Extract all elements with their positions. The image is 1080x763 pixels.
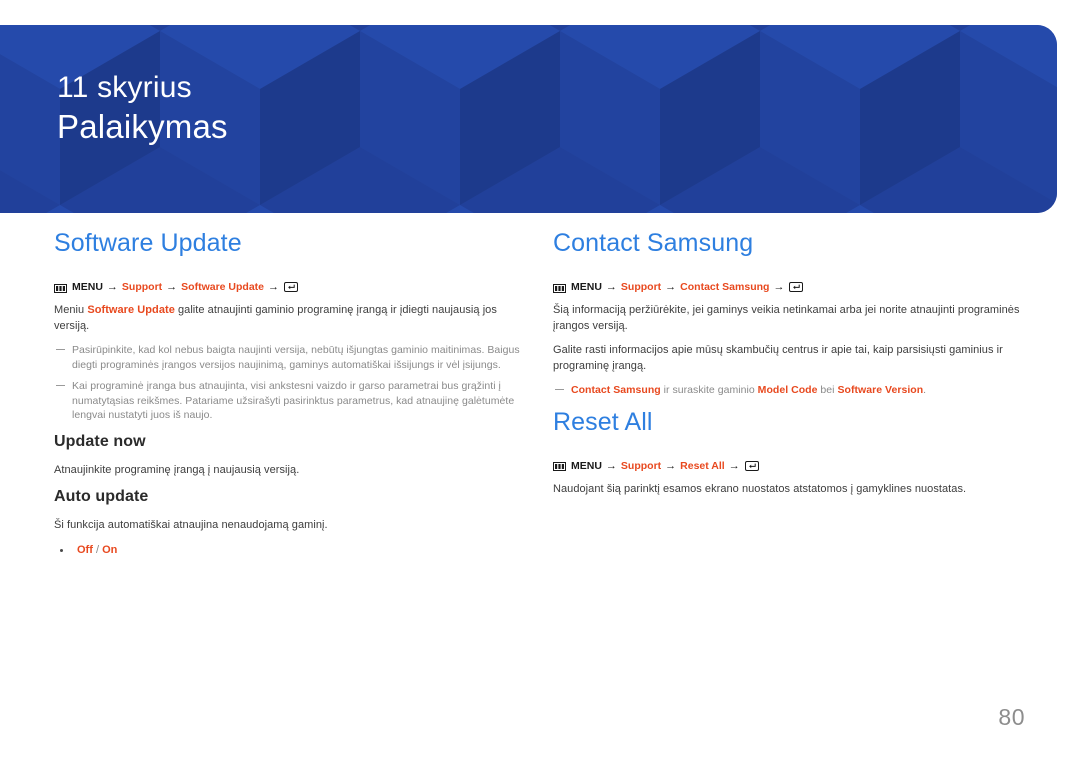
note-highlight-software-version: Software Version bbox=[837, 384, 924, 396]
note-text-mid-2: bei bbox=[817, 384, 838, 396]
menu-label: MENU bbox=[571, 459, 602, 472]
auto-update-body: Ši funkcija automatiškai atnaujina nenau… bbox=[54, 519, 328, 531]
menu-icon bbox=[553, 283, 566, 293]
contact-samsung-notes: Contact Samsung ir suraskite gaminio Mod… bbox=[553, 383, 1023, 398]
reset-all-body: Naudojant šią parinktį esamos ekrano nuo… bbox=[553, 482, 967, 495]
note-highlight-model-code: Model Code bbox=[757, 384, 818, 396]
menu-path-item-contact-samsung: Contact Samsung bbox=[680, 281, 770, 293]
note-item: Contact Samsung ir suraskite gaminio Mod… bbox=[553, 383, 1023, 398]
enter-key-icon bbox=[744, 460, 759, 471]
path-arrow-2: → bbox=[665, 281, 677, 293]
enter-key-icon bbox=[284, 282, 299, 292]
chapter-heading-block: 11 skyrius Palaikymas bbox=[57, 69, 228, 148]
page-number: 80 bbox=[998, 704, 1025, 730]
menu-label: MENU bbox=[72, 281, 103, 293]
section-title-software-update: Software Update bbox=[54, 229, 242, 257]
menu-path-reset-all: MENU → Support → Reset All → bbox=[553, 459, 1023, 473]
path-arrow-3: → bbox=[728, 459, 740, 472]
option-on[interactable]: On bbox=[102, 544, 117, 556]
path-arrow-3: → bbox=[773, 281, 785, 293]
chapter-title: Palaikymas bbox=[57, 108, 228, 145]
software-update-intro: Meniu Software Update galite atnaujinti … bbox=[54, 303, 524, 334]
chapter-number: 11 skyrius bbox=[57, 71, 192, 104]
menu-path-item-software-update: Software Update bbox=[181, 281, 265, 293]
software-update-notes: Pasirūpinkite, kad kol nebus baigta nauj… bbox=[54, 343, 524, 423]
path-arrow-1: → bbox=[605, 459, 617, 472]
menu-path-item-support: Support bbox=[620, 459, 662, 472]
intro-highlight: Software Update bbox=[87, 304, 175, 316]
menu-icon bbox=[553, 461, 566, 471]
note-text-mid-1: ir suraskite gaminio bbox=[660, 384, 758, 396]
contact-samsung-paragraph-2: Galite rasti informacijos apie mūsų skam… bbox=[553, 344, 1003, 372]
menu-path-item-support: Support bbox=[121, 281, 163, 293]
chapter-banner: 11 skyrius Palaikymas bbox=[0, 25, 1057, 213]
note-highlight-contact-samsung: Contact Samsung bbox=[571, 384, 661, 396]
menu-label: MENU bbox=[571, 281, 602, 293]
menu-path-item-reset-all: Reset All bbox=[680, 459, 725, 472]
note-item: Pasirūpinkite, kad kol nebus baigta nauj… bbox=[54, 343, 524, 372]
path-arrow-2: → bbox=[665, 459, 677, 472]
menu-path-item-support: Support bbox=[620, 281, 662, 293]
subsection-title-auto-update: Auto update bbox=[54, 488, 149, 505]
right-column: Contact Samsung MENU → Support → Contact… bbox=[553, 228, 1023, 506]
path-arrow-1: → bbox=[605, 281, 617, 293]
menu-icon bbox=[54, 283, 67, 293]
contact-samsung-paragraph-1: Šią informaciją peržiūrėkite, jei gaminy… bbox=[553, 304, 1020, 332]
note-text-end: . bbox=[923, 384, 927, 396]
intro-pre: Meniu bbox=[54, 304, 88, 316]
menu-path-contact-samsung: MENU → Support → Contact Samsung → bbox=[553, 280, 1023, 294]
left-column: Software Update MENU → Support → Softwar… bbox=[54, 228, 524, 563]
update-now-body: Atnaujinkite programinę įrangą į naujaus… bbox=[54, 463, 300, 476]
subsection-title-update-now: Update now bbox=[54, 432, 146, 450]
enter-key-icon bbox=[789, 282, 804, 292]
option-off[interactable]: Off bbox=[77, 544, 93, 556]
auto-update-options: Off / On bbox=[54, 543, 524, 558]
note-item: Kai programinė įranga bus atnaujinta, vi… bbox=[54, 379, 524, 423]
list-item-off-on: Off / On bbox=[54, 543, 524, 558]
option-separator: / bbox=[92, 543, 103, 556]
section-title-reset-all: Reset All bbox=[553, 407, 653, 436]
path-arrow-3: → bbox=[268, 281, 280, 293]
section-title-contact-samsung: Contact Samsung bbox=[553, 229, 754, 257]
path-arrow-1: → bbox=[106, 281, 118, 293]
menu-path-software-update: MENU → Support → Software Update → bbox=[54, 280, 524, 294]
path-arrow-2: → bbox=[166, 281, 178, 293]
